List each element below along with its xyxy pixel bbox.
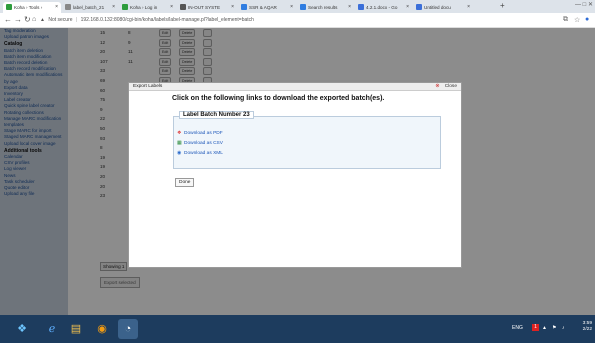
dialog-titlebar: Export Labels ⊗ Close xyxy=(129,83,461,91)
window-controls[interactable]: — □ ✕ xyxy=(575,1,593,8)
bookmark-star-icon[interactable]: ☆ xyxy=(574,16,580,24)
warning-icon: ▲ xyxy=(40,17,45,23)
browser-tab-bar: Koha › Tools › × label_batch_21 × Koha › Log… xyxy=(0,0,595,13)
language-indicator[interactable]: ENG xyxy=(512,325,523,331)
tab-close-icon[interactable]: × xyxy=(55,2,58,13)
tab-close-icon[interactable]: × xyxy=(170,2,173,13)
back-icon[interactable]: ← xyxy=(4,15,12,24)
tab-label: label_batch_21 xyxy=(73,5,105,10)
clock[interactable]: 3:59 2/22 xyxy=(583,321,592,333)
done-button[interactable]: Done xyxy=(175,178,195,187)
tab-label: IN-OUT SYSTE xyxy=(188,5,221,10)
internet-explorer-icon[interactable]: ℯ xyxy=(42,319,62,339)
tab-label: Untitled docu xyxy=(424,5,451,10)
browser-tab[interactable]: Search results × xyxy=(297,2,354,13)
tab-close-icon[interactable]: × xyxy=(290,2,293,13)
dialog-title: Export Labels xyxy=(133,84,163,89)
download-csv-link[interactable]: ▦ Download as CSV xyxy=(177,141,223,146)
close-button[interactable]: ⊗ Close xyxy=(427,83,457,90)
tab-favicon-icon xyxy=(300,4,306,10)
notification-badge[interactable]: 1 xyxy=(532,324,539,331)
tab-favicon-icon xyxy=(122,4,128,10)
browser-tab[interactable]: label_batch_21 × xyxy=(62,2,118,13)
tab-favicon-icon xyxy=(65,4,71,10)
download-xml-link[interactable]: ◉ Download as XML xyxy=(177,151,223,156)
tab-label: 4.2.1.docx - Go xyxy=(366,5,398,10)
home-icon[interactable]: ⌂ xyxy=(32,16,36,23)
tab-favicon-icon xyxy=(241,4,247,10)
forward-icon[interactable]: → xyxy=(14,15,22,24)
tab-close-icon[interactable]: × xyxy=(231,2,234,13)
tab-favicon-icon xyxy=(416,4,422,10)
browser-tab[interactable]: Koha › Log in × xyxy=(119,2,176,13)
batch-legend: Label Batch Number 23 xyxy=(179,111,254,119)
close-icon: ⊗ xyxy=(435,84,440,89)
share-icon[interactable]: ⧉ xyxy=(563,16,568,24)
download-pdf-label: Download as PDF xyxy=(184,131,223,136)
browser-tab[interactable]: 4.2.1.docx - Go × xyxy=(355,2,412,13)
xml-icon: ◉ xyxy=(177,151,182,156)
flag-icon[interactable]: ⚑ xyxy=(552,325,556,331)
csv-icon: ▦ xyxy=(177,141,182,146)
tab-label: Koha › Tools › xyxy=(14,5,43,10)
download-pdf-link[interactable]: ❖ Download as PDF xyxy=(177,131,223,136)
dialog-heading: Click on the following links to download… xyxy=(172,95,385,102)
browser-toolbar: ← → ↻ ⌂ ▲ Not secure | 192.168.0.132:808… xyxy=(0,13,595,28)
pdf-icon: ❖ xyxy=(177,131,182,136)
tab-favicon-icon xyxy=(358,4,364,10)
clock-date: 2/22 xyxy=(582,327,592,332)
tab-favicon-icon xyxy=(180,4,186,10)
windows-taskbar: ❖ ℯ ▤ ◉ ◔ ENG 1 ▲ ⚑ ♪ 3:59 2/22 xyxy=(0,315,595,343)
browser-tab[interactable]: IN-OUT SYSTE × xyxy=(177,2,237,13)
tab-label: Koha › Log in xyxy=(130,5,158,10)
tab-close-icon[interactable]: × xyxy=(467,2,470,13)
close-label: Close xyxy=(444,84,457,89)
address-bar[interactable]: ▲ Not secure | 192.168.0.132:8080/cgi-bi… xyxy=(40,15,505,25)
export-labels-dialog: Export Labels ⊗ Close Click on the follo… xyxy=(128,82,462,268)
new-tab-button[interactable]: + xyxy=(500,1,505,10)
tab-close-icon[interactable]: × xyxy=(112,2,115,13)
reload-icon[interactable]: ↻ xyxy=(24,15,31,24)
browser-tab[interactable]: Untitled docu × xyxy=(413,2,473,13)
chrome-icon[interactable]: ◔ xyxy=(118,319,138,339)
start-icon[interactable]: ❖ xyxy=(12,319,32,339)
tab-close-icon[interactable]: × xyxy=(406,2,409,13)
url-text: 192.168.0.132:8080/cgi-bin/koha/labels/l… xyxy=(80,17,254,23)
tab-label: Search results xyxy=(308,5,338,10)
tab-label: SSR & AQAR xyxy=(249,5,277,10)
tab-close-icon[interactable]: × xyxy=(348,2,351,13)
file-explorer-icon[interactable]: ▤ xyxy=(66,319,86,339)
profile-icon[interactable]: ● xyxy=(585,16,589,23)
browser-tab[interactable]: SSR & AQAR × xyxy=(238,2,296,13)
download-csv-label: Download as CSV xyxy=(184,141,223,146)
volume-icon[interactable]: ♪ xyxy=(562,325,565,331)
browser-tab[interactable]: Koha › Tools › × xyxy=(3,2,61,13)
tab-favicon-icon xyxy=(6,4,12,10)
download-xml-label: Download as XML xyxy=(184,151,223,156)
media-player-icon[interactable]: ◉ xyxy=(92,319,112,339)
security-status: Not secure xyxy=(48,17,73,23)
network-icon[interactable]: ▲ xyxy=(542,325,547,331)
